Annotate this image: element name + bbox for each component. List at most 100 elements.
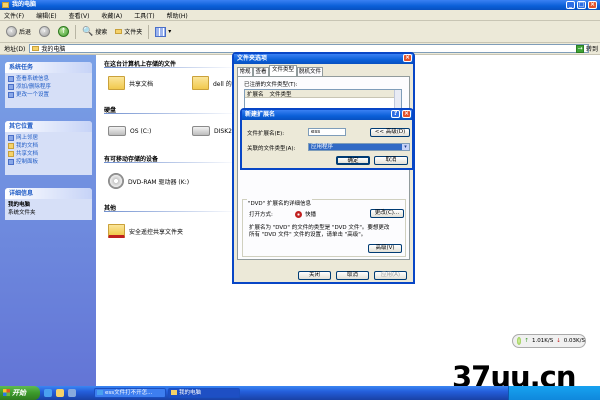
upload-arrow-icon: ↑	[524, 338, 529, 344]
ok-button[interactable]: 确定	[336, 156, 370, 165]
network-meter: ↑ 1.01K/S ↓ 0.03K/S	[512, 334, 586, 348]
go-arrow-icon: →	[575, 44, 584, 53]
other-places-header[interactable]: 其它位置	[5, 121, 92, 132]
registered-types-label: 已注册的文件类型(T):	[244, 82, 298, 88]
chevron-down-icon[interactable]: ▾	[402, 144, 409, 150]
back-arrow-icon: ‹	[6, 26, 17, 37]
drive-c-item[interactable]: OS (C:)	[108, 126, 151, 136]
close-button[interactable]: ×	[588, 1, 597, 9]
task-add-remove-programs[interactable]: 添加/删除程序	[8, 83, 89, 91]
task-change-setting[interactable]: 更改一个设置	[8, 91, 89, 99]
go-button[interactable]: → 转到	[575, 44, 598, 53]
search-button[interactable]: 🔍 搜索	[80, 24, 109, 40]
folder-icon	[8, 143, 14, 149]
system-tasks-panel: 系统任务 查看系统信息 添加/删除程序 更改一个设置	[5, 62, 92, 108]
menu-view[interactable]: 查看(V)	[69, 11, 90, 20]
network-globe-icon	[517, 337, 522, 345]
close-dialog-button[interactable]: 关闭	[298, 271, 331, 280]
taskbar-button-browser[interactable]: ess文件打不开怎...	[94, 388, 166, 398]
apply-button[interactable]: 应用(A)	[374, 271, 407, 280]
cancel-button[interactable]: 取消	[336, 271, 369, 280]
menu-edit[interactable]: 编辑(E)	[36, 11, 56, 20]
details-header[interactable]: 详细信息	[5, 188, 92, 199]
window-titlebar[interactable]: 我的电脑 _ □ ×	[0, 0, 600, 10]
dialog-title: 新建扩展名	[245, 111, 276, 118]
folders-button[interactable]: 文件夹	[113, 24, 144, 40]
task-label: 更改一个设置	[16, 92, 50, 98]
menu-file[interactable]: 文件(F)	[4, 11, 24, 20]
advanced-toggle-button[interactable]: << 高级(D)	[370, 128, 410, 137]
start-button[interactable]: 开始	[0, 386, 40, 400]
help-button[interactable]: ?	[391, 110, 400, 118]
up-folder-button[interactable]: ↑	[56, 24, 71, 40]
address-label: 地址(D)	[4, 46, 26, 53]
tab-view[interactable]: 查看	[253, 67, 269, 76]
menu-favorites[interactable]: 收藏(A)	[101, 11, 122, 20]
details-panel: 详细信息 我的电脑 系统文件夹	[5, 188, 92, 220]
cancel-button[interactable]: 取消	[374, 156, 408, 165]
quick-launch-folder-icon[interactable]	[56, 389, 64, 397]
task-label: 添加/删除程序	[16, 84, 51, 90]
maximize-button[interactable]: □	[577, 1, 586, 9]
place-control-panel[interactable]: 控制面板	[8, 158, 89, 166]
safe-share-item[interactable]: 安全遥控共享文件夹	[108, 224, 183, 238]
browser-icon	[97, 390, 103, 395]
advanced-button[interactable]: 高级(V)	[368, 244, 402, 253]
menu-help[interactable]: 帮助(H)	[167, 11, 188, 20]
close-button[interactable]: ×	[402, 110, 411, 118]
back-button[interactable]: ‹ 后退	[4, 24, 33, 40]
item-label: 共享文档	[129, 80, 154, 88]
forward-arrow-icon: ›	[39, 26, 51, 37]
dialog-titlebar[interactable]: 文件夹选项 ×	[234, 54, 413, 64]
item-label: 安全遥控共享文件夹	[129, 228, 184, 236]
toolbar-separator	[75, 24, 77, 39]
associated-type-select[interactable]: 应用程序 ▾	[308, 143, 410, 151]
list-scrollbar[interactable]	[394, 90, 401, 108]
task-label: ess文件打不开怎...	[105, 390, 153, 396]
toolbar-separator	[148, 24, 150, 39]
details-groupbox: "DVD" 扩展名的详细信息 打开方式: 快播 更改(C)... 扩展名为 "D…	[242, 199, 406, 257]
file-types-list[interactable]: 扩展名 文件类型	[244, 89, 402, 109]
tab-offline-files[interactable]: 脱机文件	[297, 67, 323, 76]
place-my-documents[interactable]: 我的文档	[8, 142, 89, 150]
tab-general[interactable]: 常规	[237, 67, 253, 76]
place-label: 共享文档	[16, 151, 39, 157]
extension-input[interactable]: ess	[308, 128, 346, 136]
col-extension[interactable]: 扩展名	[247, 90, 264, 98]
folders-label: 文件夹	[124, 29, 143, 36]
quick-launch-ie-icon[interactable]	[44, 389, 52, 397]
info-icon	[8, 76, 14, 82]
system-tasks-header[interactable]: 系统任务	[5, 62, 92, 73]
minimize-button[interactable]: _	[566, 1, 575, 9]
place-label: 控制面板	[16, 159, 39, 165]
item-label: OS (C:)	[130, 127, 152, 135]
shared-docs-item[interactable]: 共享文档	[108, 76, 153, 90]
place-network[interactable]: 网上邻居	[8, 134, 89, 142]
close-button[interactable]: ×	[403, 54, 412, 62]
change-button[interactable]: 更改(C)...	[370, 209, 404, 218]
programs-icon	[8, 84, 14, 90]
forward-button[interactable]: ›	[37, 24, 52, 40]
section-divider	[104, 67, 239, 68]
tab-file-types[interactable]: 文件类型	[269, 65, 297, 76]
opens-with-value: 快播	[305, 212, 317, 218]
col-file-type[interactable]: 文件类型	[270, 90, 292, 98]
up-arrow-icon: ↑	[58, 26, 70, 37]
section-divider	[104, 211, 239, 212]
dvd-drive-item[interactable]: DVD-RAM 驱动器 (K:)	[108, 173, 189, 189]
menu-tools[interactable]: 工具(T)	[134, 11, 154, 20]
hard-drive-icon	[192, 126, 210, 136]
place-shared-documents[interactable]: 共享文档	[8, 150, 89, 158]
taskbar-button-my-computer[interactable]: 我的电脑	[168, 388, 240, 398]
views-button[interactable]: ▾	[153, 24, 173, 40]
quick-launch-desktop-icon[interactable]	[68, 389, 76, 397]
folders-icon	[115, 29, 123, 34]
details-desc: 系统文件夹	[8, 210, 36, 216]
details-title: "DVD" 扩展名的详细信息	[247, 199, 312, 207]
folder-icon	[108, 76, 125, 90]
task-view-system-info[interactable]: 查看系统信息	[8, 75, 89, 83]
search-label: 搜索	[95, 29, 108, 36]
computer-icon	[2, 2, 9, 8]
dialog-titlebar[interactable]: 新建扩展名 ? ×	[242, 110, 412, 120]
place-label: 我的文档	[16, 143, 39, 149]
